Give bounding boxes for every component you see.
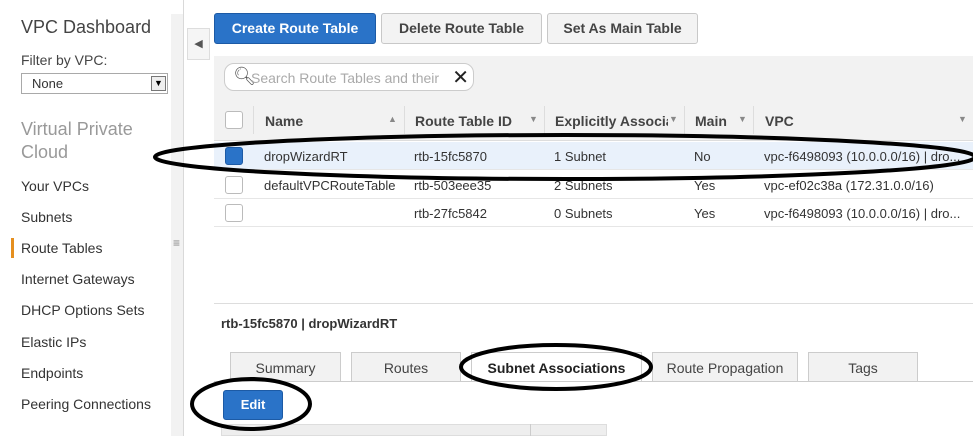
sidebar-item-peering-connections[interactable]: Peering Connections xyxy=(21,396,151,412)
cell-vpc: vpc-f6498093 (10.0.0.0/16) | dro... xyxy=(764,149,961,164)
sidebar-item-your-vpcs[interactable]: Your VPCs xyxy=(21,178,89,194)
cell-main: Yes xyxy=(694,206,716,221)
create-route-table-button[interactable]: Create Route Table xyxy=(214,13,376,44)
sidebar-item-subnets[interactable]: Subnets xyxy=(21,209,72,225)
column-divider xyxy=(404,106,405,134)
detail-title: rtb-15fc5870 | dropWizardRT xyxy=(221,316,398,331)
sidebar-resize-bar[interactable] xyxy=(171,14,183,436)
column-header-main[interactable]: Main xyxy=(695,113,727,129)
cell-vpc: vpc-f6498093 (10.0.0.0/16) | dro... xyxy=(764,206,961,221)
cell-route-table-id: rtb-27fc5842 xyxy=(414,206,487,221)
section-title: Virtual Private Cloud xyxy=(21,118,133,164)
tab-routes[interactable]: Routes xyxy=(351,352,461,382)
column-divider xyxy=(753,106,754,134)
cell-name: dropWizardRT xyxy=(264,149,348,164)
tab-subnet-associations[interactable]: Subnet Associations xyxy=(471,352,642,382)
cell-associations: 1 Subnet xyxy=(554,149,607,164)
sidebar-title[interactable]: VPC Dashboard xyxy=(21,17,151,38)
cell-associations: 2 Subnets xyxy=(554,178,613,193)
column-divider xyxy=(530,424,531,436)
set-main-table-button[interactable]: Set As Main Table xyxy=(547,13,698,44)
tab-tags[interactable]: Tags xyxy=(808,352,918,382)
column-header-vpc[interactable]: VPC xyxy=(765,113,794,129)
select-all-checkbox[interactable] xyxy=(225,111,243,129)
chevron-left-icon: ◀ xyxy=(194,38,203,50)
sidebar-item-elastic-ips[interactable]: Elastic IPs xyxy=(21,334,86,350)
row-checkbox[interactable] xyxy=(225,147,243,165)
column-header-route-table-id[interactable]: Route Table ID xyxy=(415,113,512,129)
filter-label: Filter by VPC: xyxy=(21,52,108,68)
cell-associations: 0 Subnets xyxy=(554,206,613,221)
cell-route-table-id: rtb-503eee35 xyxy=(414,178,492,193)
tab-summary[interactable]: Summary xyxy=(230,352,341,382)
collapse-sidebar-button[interactable]: ◀ xyxy=(187,28,210,60)
sort-ascending-icon[interactable]: ▲ xyxy=(388,114,397,124)
row-checkbox[interactable] xyxy=(225,204,243,222)
edit-button[interactable]: Edit xyxy=(223,390,283,420)
search-input[interactable]: 🔍︎ Search Route Tables and their ✕ xyxy=(224,63,474,91)
sort-caret-icon[interactable]: ▼ xyxy=(738,114,747,124)
cell-vpc: vpc-ef02c38a (172.31.0.0/16) xyxy=(764,178,934,193)
column-divider xyxy=(544,106,545,134)
cell-main: No xyxy=(694,149,711,164)
sidebar-item-dhcp-options-sets[interactable]: DHCP Options Sets xyxy=(21,302,144,318)
cell-main: Yes xyxy=(694,178,716,193)
sidebar-item-endpoints[interactable]: Endpoints xyxy=(21,365,83,381)
column-divider xyxy=(684,106,685,134)
sort-caret-icon[interactable]: ▼ xyxy=(958,114,967,124)
sidebar: VPC Dashboard Filter by VPC: None ▼ Virt… xyxy=(0,0,184,436)
close-icon[interactable]: ✕ xyxy=(452,65,469,90)
row-checkbox[interactable] xyxy=(225,176,243,194)
section-title-line2: Cloud xyxy=(21,142,69,162)
column-header-explicitly-associated[interactable]: Explicitly Associat xyxy=(555,113,668,129)
cell-name: defaultVPCRouteTable xyxy=(264,178,396,193)
section-title-line1: Virtual Private xyxy=(21,119,133,139)
tab-route-propagation[interactable]: Route Propagation xyxy=(652,352,798,382)
tab-strip-line xyxy=(214,381,973,382)
column-divider xyxy=(253,106,254,134)
active-nav-indicator xyxy=(11,238,14,258)
column-header-name[interactable]: Name xyxy=(265,113,303,129)
sidebar-item-route-tables[interactable]: Route Tables xyxy=(21,240,102,256)
chevron-down-icon[interactable]: ▼ xyxy=(151,76,166,91)
vpc-filter-select[interactable]: None ▼ xyxy=(21,73,168,94)
sort-caret-icon[interactable]: ▼ xyxy=(529,114,538,124)
sort-caret-icon[interactable]: ▼ xyxy=(669,114,678,124)
resize-grip-icon[interactable]: ≡ xyxy=(173,236,180,250)
vpc-filter-value: None xyxy=(32,76,64,91)
sidebar-item-internet-gateways[interactable]: Internet Gateways xyxy=(21,271,135,287)
delete-route-table-button[interactable]: Delete Route Table xyxy=(381,13,542,44)
search-placeholder: Search Route Tables and their xyxy=(251,70,440,86)
cell-route-table-id: rtb-15fc5870 xyxy=(414,149,487,164)
pane-divider[interactable] xyxy=(214,303,973,304)
associations-table-header xyxy=(221,424,607,436)
